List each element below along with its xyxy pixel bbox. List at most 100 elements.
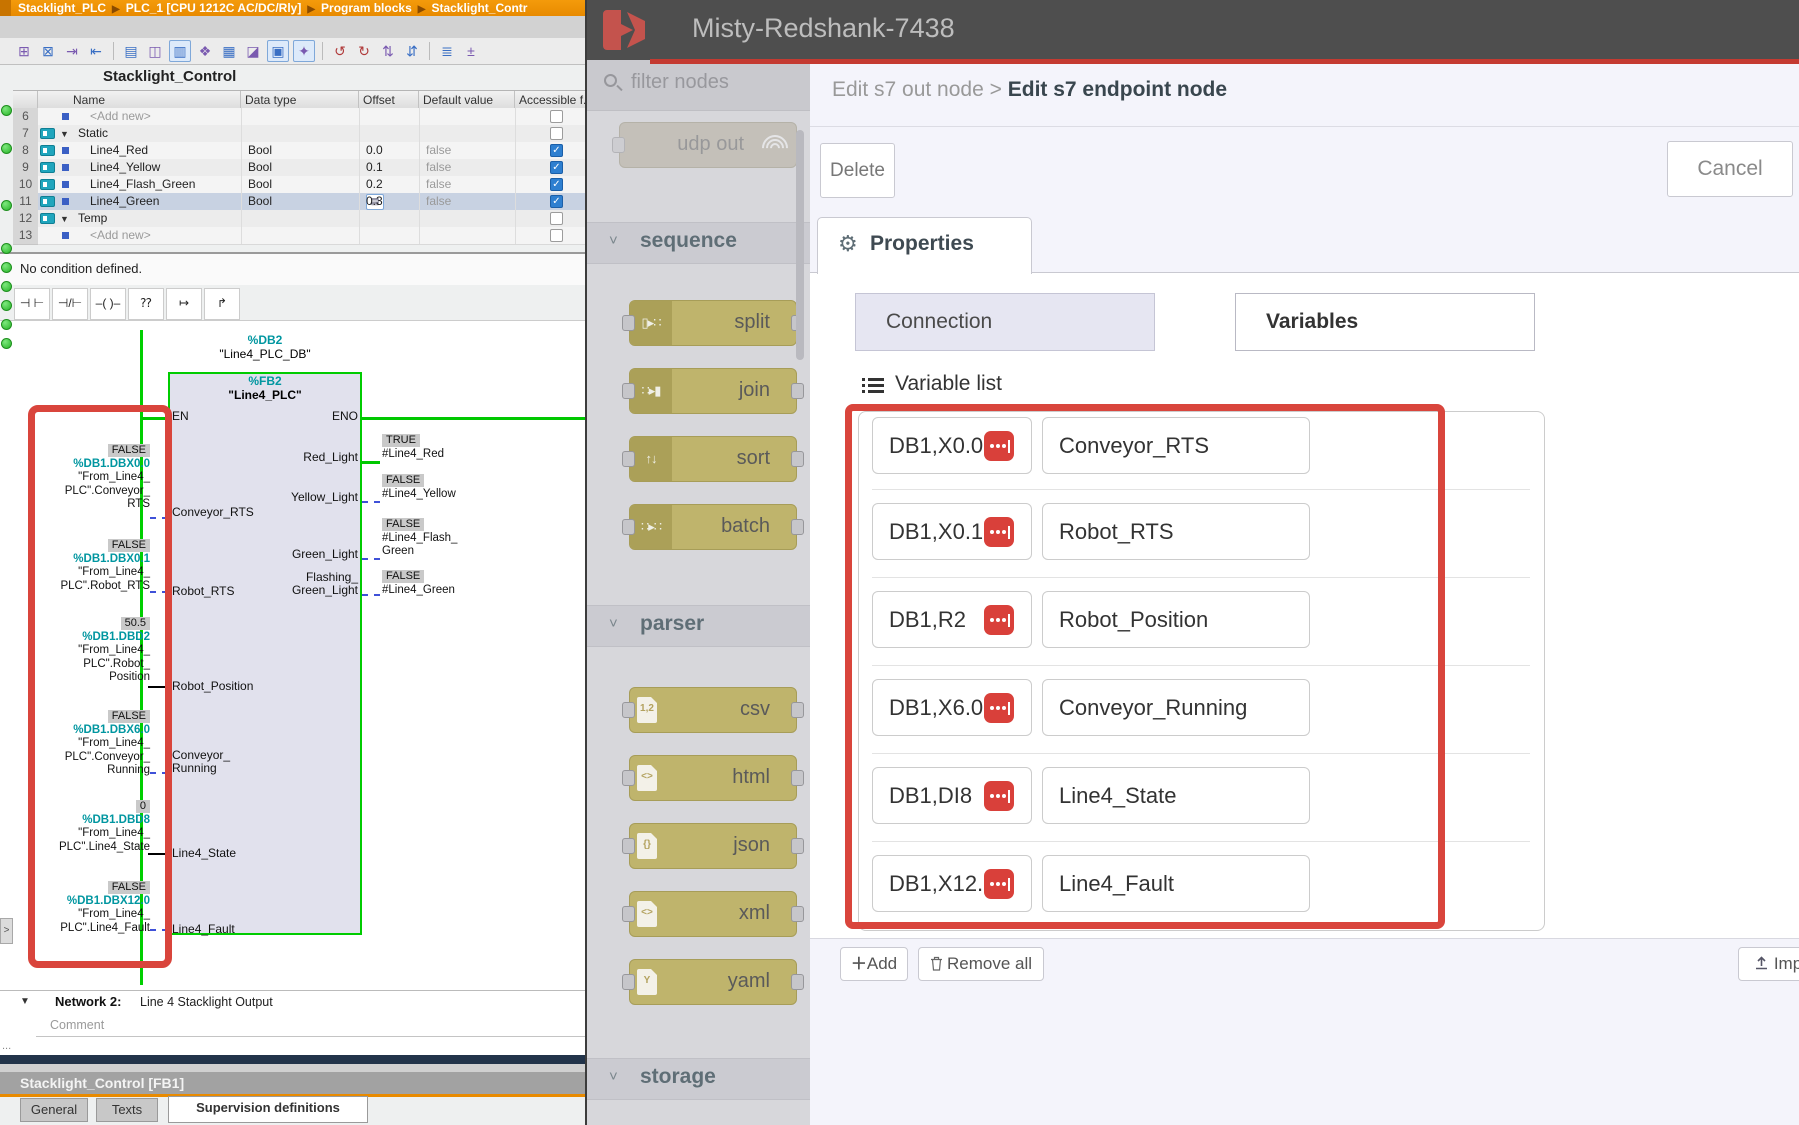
expand-arrow-icon[interactable]: ▼ bbox=[60, 126, 69, 143]
output-operand[interactable]: FALSE #Line4_Green bbox=[382, 570, 532, 597]
node-output-port[interactable] bbox=[791, 451, 804, 467]
tab-variables[interactable]: Variables bbox=[1235, 293, 1535, 351]
fb-output-port[interactable]: Green_Light bbox=[238, 583, 358, 597]
palette-node-yaml[interactable]: Y yaml bbox=[629, 959, 797, 1005]
fb-output-port[interactable]: Red_Light bbox=[238, 450, 358, 464]
palette-node-batch[interactable]: ∷▸∷ batch bbox=[629, 504, 797, 550]
network-label[interactable]: Network 2: bbox=[55, 994, 121, 1009]
delete-button[interactable]: Delete bbox=[820, 143, 895, 198]
palette-node-html[interactable]: <> html bbox=[629, 755, 797, 801]
network-comment-placeholder[interactable]: Comment bbox=[50, 1018, 104, 1032]
output-operand[interactable]: FALSE #Line4_Flash_ Green bbox=[382, 518, 532, 559]
breadcrumb-item[interactable]: PLC_1 [CPU 1212C AC/DC/Rly] bbox=[126, 1, 302, 15]
palette-node-udp-out[interactable]: udp out bbox=[619, 122, 797, 168]
table-row[interactable]: 9 Line4_Yellow Bool 0.1 false ✓ bbox=[13, 159, 585, 176]
toolbar-icon[interactable]: ± bbox=[461, 41, 481, 61]
palette-node-join[interactable]: ∷▸▮ join bbox=[629, 368, 797, 414]
palette-node-split[interactable]: ▯▸∷ split bbox=[629, 300, 797, 346]
accessible-checkbox[interactable] bbox=[550, 212, 563, 225]
palette-search[interactable]: filter nodes bbox=[587, 60, 810, 111]
lad-contact-icon[interactable]: ⊣ ⊢ bbox=[14, 288, 50, 320]
lad-negated-contact-icon[interactable]: ⊣/⊢ bbox=[52, 288, 88, 320]
lad-empty-box-icon[interactable]: ⁇ bbox=[128, 288, 164, 320]
palette-node-json[interactable]: {} json bbox=[629, 823, 797, 869]
output-operand[interactable]: TRUE #Line4_Red bbox=[382, 434, 532, 461]
table-row[interactable]: 8 Line4_Red Bool 0.0 false ✓ bbox=[13, 142, 585, 159]
toolbar-icon[interactable]: ≣ bbox=[437, 41, 457, 61]
lad-coil-icon[interactable]: ‒( )‒ bbox=[90, 288, 126, 320]
palette-scrollbar[interactable] bbox=[796, 130, 804, 360]
output-operand[interactable]: FALSE #Line4_Yellow bbox=[382, 474, 532, 501]
column-header-default[interactable]: Default value bbox=[419, 91, 515, 109]
table-row[interactable]: 10 Line4_Flash_Green Bool 0.2 false ✓ bbox=[13, 176, 585, 193]
toolbar-icon[interactable]: ✦ bbox=[293, 40, 315, 62]
table-row[interactable]: 13 <Add new> bbox=[13, 227, 585, 244]
node-input-port[interactable] bbox=[622, 315, 635, 331]
node-input-port[interactable] bbox=[622, 702, 635, 718]
fb-input-port[interactable]: Conveyor_ bbox=[172, 748, 230, 762]
accessible-checkbox[interactable]: ✓ bbox=[550, 195, 563, 208]
toolbar-icon[interactable]: ⇤ bbox=[86, 41, 106, 61]
fb-input-port[interactable]: Robot_Position bbox=[172, 679, 253, 693]
import-button[interactable]: Imp bbox=[1738, 947, 1799, 981]
breadcrumb[interactable]: Stacklight_PLC▶PLC_1 [CPU 1212C AC/DC/Rl… bbox=[0, 0, 585, 16]
lad-close-branch-icon[interactable]: ↱ bbox=[204, 288, 240, 320]
cancel-button[interactable]: Cancel bbox=[1667, 141, 1793, 197]
tab-supervision-definitions[interactable]: Supervision definitions bbox=[168, 1096, 368, 1123]
accessible-checkbox[interactable] bbox=[550, 127, 563, 140]
column-header-datatype[interactable]: Data type bbox=[241, 91, 359, 109]
fb-input-port[interactable]: Running bbox=[172, 761, 217, 775]
table-row-selected[interactable]: 11 Line4_Green Bool ▤ 0.3 false ✓ bbox=[13, 193, 585, 210]
column-header-accessible[interactable]: Accessible f... bbox=[515, 91, 585, 109]
toolbar-icon[interactable]: ◪ bbox=[243, 41, 263, 61]
fb-output-port[interactable]: Flashing_ bbox=[238, 570, 358, 584]
breadcrumb-parent[interactable]: Edit s7 out node bbox=[832, 78, 984, 101]
fb-output-port[interactable]: Green_Light bbox=[238, 547, 358, 561]
toolbar-icon[interactable]: ▦ bbox=[219, 41, 239, 61]
toolbar-icon[interactable]: ⊠ bbox=[38, 41, 58, 61]
breadcrumb-item[interactable]: Stacklight_Contr bbox=[431, 1, 527, 15]
node-output-port[interactable] bbox=[791, 974, 804, 990]
tab-general[interactable]: General bbox=[20, 1098, 88, 1122]
toolbar-icon[interactable]: ❖ bbox=[195, 41, 215, 61]
palette-section-storage[interactable]: ˅ storage bbox=[587, 1058, 810, 1100]
accessible-checkbox[interactable] bbox=[550, 229, 563, 242]
palette-section-parser[interactable]: ˅ parser bbox=[587, 605, 810, 647]
table-row-group[interactable]: 12 ▼Temp bbox=[13, 210, 585, 227]
fb-output-port[interactable]: Yellow_Light bbox=[238, 490, 358, 504]
toolbar-icon[interactable]: ◫ bbox=[145, 41, 165, 61]
palette-node-xml[interactable]: <> xml bbox=[629, 891, 797, 937]
node-input-port[interactable] bbox=[622, 519, 635, 535]
accessible-checkbox[interactable]: ✓ bbox=[550, 144, 563, 157]
toolbar-icon[interactable]: ⊞ bbox=[14, 41, 34, 61]
fb-input-port[interactable]: Line4_Fault bbox=[172, 922, 235, 936]
palette-node-csv[interactable]: 1,2 csv bbox=[629, 687, 797, 733]
node-output-port[interactable] bbox=[791, 838, 804, 854]
column-header-offset[interactable]: Offset bbox=[359, 91, 419, 109]
node-input-port[interactable] bbox=[622, 770, 635, 786]
accessible-checkbox[interactable]: ✓ bbox=[550, 178, 563, 191]
add-variable-button[interactable]: ＋Add bbox=[840, 947, 908, 981]
node-input-port[interactable] bbox=[622, 838, 635, 854]
accessible-checkbox[interactable]: ✓ bbox=[550, 161, 563, 174]
table-row[interactable]: 6 <Add new> bbox=[13, 108, 585, 125]
toolbar-icon[interactable]: ⇅ bbox=[378, 41, 398, 61]
node-input-port[interactable] bbox=[622, 383, 635, 399]
fb-input-port[interactable]: Line4_State bbox=[172, 846, 236, 860]
remove-all-button[interactable]: Remove all bbox=[918, 947, 1044, 981]
column-header-name[interactable]: Name bbox=[38, 91, 241, 109]
toolbar-icon[interactable]: ⇥ bbox=[62, 41, 82, 61]
breadcrumb-item[interactable]: Program blocks bbox=[321, 1, 412, 15]
node-output-port[interactable] bbox=[791, 906, 804, 922]
network-title[interactable]: Line 4 Stacklight Output bbox=[140, 995, 273, 1009]
table-row-group[interactable]: 7 ▼Static bbox=[13, 125, 585, 142]
fb-input-port[interactable]: Robot_RTS bbox=[172, 584, 234, 598]
tab-properties[interactable]: ⚙ Properties bbox=[817, 217, 1032, 274]
node-input-port[interactable] bbox=[622, 974, 635, 990]
collapse-arrow-icon[interactable]: ▼ bbox=[20, 996, 30, 1007]
lad-branch-icon[interactable]: ↦ bbox=[166, 288, 202, 320]
toolbar-icon[interactable]: ↺ bbox=[330, 41, 350, 61]
accessible-checkbox[interactable] bbox=[550, 110, 563, 123]
sidebar-expand-button[interactable]: > bbox=[0, 918, 13, 944]
node-output-port[interactable] bbox=[791, 770, 804, 786]
